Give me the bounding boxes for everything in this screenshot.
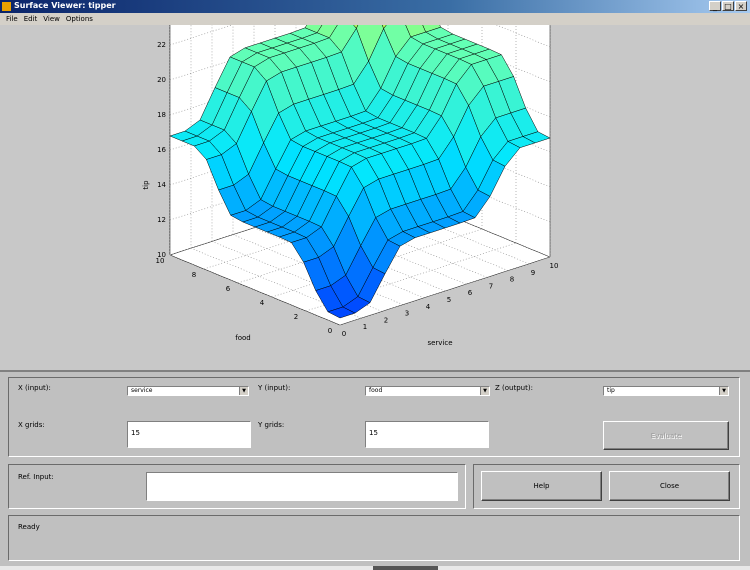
z-output-label: Z (output): [495,384,533,392]
y-tick-label: 6 [226,285,231,293]
y-tick-label: 4 [260,299,265,307]
x-tick-label: 5 [447,296,451,304]
x-grids-input[interactable]: 15 [127,421,251,448]
x-input-value: service [131,387,153,394]
ref-input-field[interactable] [146,472,458,501]
dropdown-arrow-icon[interactable]: ▼ [239,387,248,395]
close-button[interactable]: Close [609,471,730,501]
maximize-button[interactable]: □ [722,1,734,11]
x-input-label: X (input): [18,384,51,392]
plot-area[interactable]: 01234567891002468101012141618202224servi… [0,0,750,370]
y-input-label: Y (input): [258,384,291,392]
y-input-select[interactable]: food ▼ [365,386,490,396]
taskbar-active-item[interactable] [373,566,438,570]
x-tick-label: 8 [510,276,514,284]
menu-bar: File Edit View Options [0,13,750,25]
x-tick-label: 1 [363,323,367,331]
x-axis-label: service [427,339,452,347]
close-window-button[interactable]: × [735,1,747,11]
z-tick-label: 10 [157,251,166,259]
divider [0,370,750,372]
x-tick-label: 10 [550,262,559,270]
minimize-button[interactable]: _ [709,1,721,11]
taskbar-strip [0,566,750,570]
ref-input-label: Ref. Input: [18,473,54,481]
help-button[interactable]: Help [481,471,602,501]
x-tick-label: 3 [405,310,409,318]
x-tick-label: 9 [531,269,535,277]
menu-options[interactable]: Options [63,13,96,25]
y-axis-label: food [235,334,250,342]
menu-file[interactable]: File [0,13,21,25]
x-input-select[interactable]: service ▼ [127,386,249,396]
window-title: Surface Viewer: tipper [14,1,116,10]
z-tick-label: 16 [157,146,166,154]
x-tick-label: 2 [384,316,388,324]
x-tick-label: 7 [489,282,493,290]
dropdown-arrow-icon[interactable]: ▼ [480,387,489,395]
title-bar: Surface Viewer: tipper _ □ × [0,0,750,13]
status-panel [8,515,740,561]
z-output-value: tip [607,387,615,394]
z-axis-label: tip [142,180,150,190]
y-tick-label: 2 [294,313,298,321]
menu-view[interactable]: View [40,13,63,25]
y-tick-label: 8 [192,271,196,279]
z-output-select[interactable]: tip ▼ [603,386,729,396]
y-grids-input[interactable]: 15 [365,421,489,448]
x-tick-label: 0 [342,330,346,338]
z-tick-label: 18 [157,111,166,119]
surface-plot[interactable]: 01234567891002468101012141618202224servi… [0,0,750,370]
dropdown-arrow-icon[interactable]: ▼ [719,387,728,395]
x-grids-label: X grids: [18,421,45,429]
y-grids-label: Y grids: [258,421,285,429]
y-tick-label: 0 [328,327,332,335]
matlab-icon [2,2,11,11]
y-input-value: food [369,387,383,394]
z-tick-label: 12 [157,216,166,224]
status-text: Ready [18,523,40,531]
z-tick-label: 22 [157,41,166,49]
x-tick-label: 4 [426,303,431,311]
x-tick-label: 6 [468,289,473,297]
z-tick-label: 20 [157,76,166,84]
evaluate-button[interactable]: Evaluate [603,421,729,450]
menu-edit[interactable]: Edit [21,13,41,25]
z-tick-label: 14 [157,181,166,189]
